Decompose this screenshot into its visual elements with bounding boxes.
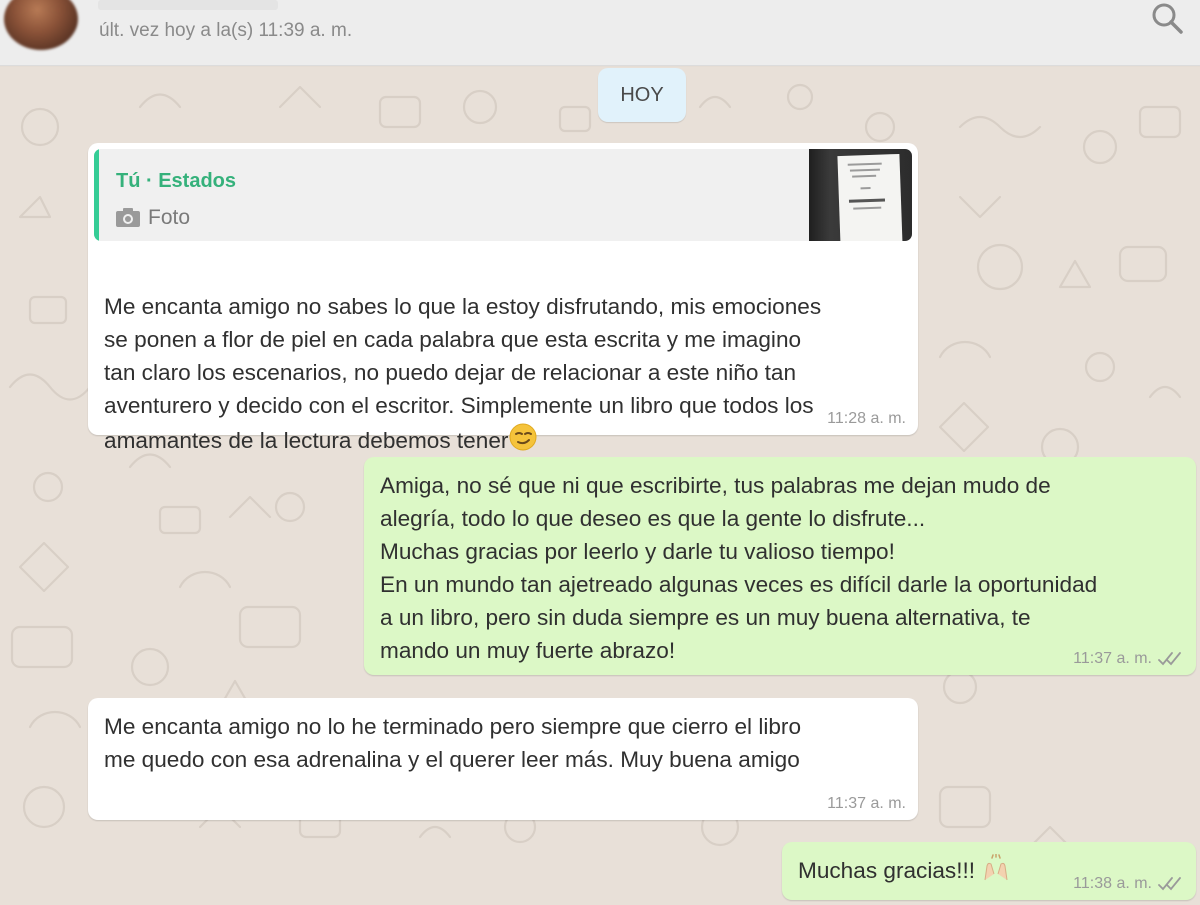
message-time: 11:28 a. m. <box>827 410 906 427</box>
message-bubble-incoming[interactable]: Me encanta amigo no lo he terminado pero… <box>88 698 918 820</box>
read-receipt-icon <box>1158 877 1181 891</box>
status-photo-thumbnail[interactable] <box>809 149 912 241</box>
contact-name-redacted[interactable] <box>98 0 278 10</box>
chat-header: últ. vez hoy a la(s) 11:39 a. m. <box>0 0 1200 66</box>
message-text: Muchas gracias!!! <box>798 854 1068 887</box>
message-text: Me encanta amigo no sabes lo que la esto… <box>104 257 904 457</box>
search-icon[interactable] <box>1148 2 1188 36</box>
quote-author: Tú · Estados <box>116 170 237 192</box>
message-meta: 11:28 a. m. <box>827 409 906 429</box>
message-time: 11:37 a. m. <box>1073 650 1152 667</box>
day-divider: HOY <box>598 68 686 122</box>
raising-hands-emoji <box>984 854 1008 881</box>
message-meta: 11:37 a. m. <box>1073 649 1184 669</box>
quote-type: Foto <box>116 201 190 234</box>
message-bubble-incoming[interactable]: Tú · Estados Foto Me encanta amigo no sa… <box>88 143 918 453</box>
quote-accent-bar <box>94 149 99 241</box>
camera-icon <box>116 208 140 227</box>
book-page-image <box>837 153 903 241</box>
quote-type-label: Foto <box>148 206 191 229</box>
read-receipt-icon <box>1158 652 1181 666</box>
message-meta: 11:37 a. m. <box>827 794 906 814</box>
avatar[interactable] <box>4 0 78 50</box>
message-time: 11:38 a. m. <box>1073 875 1152 892</box>
smirk-emoji <box>509 423 537 451</box>
message-bubble-outgoing[interactable]: Amiga, no sé que ni que escribirte, tus … <box>364 457 1196 675</box>
message-meta: 11:38 a. m. <box>1073 874 1184 894</box>
message-text-body: Me encanta amigo no sabes lo que la esto… <box>104 294 822 453</box>
message-time: 11:37 a. m. <box>827 795 906 812</box>
message-text: Me encanta amigo no lo he terminado pero… <box>104 714 802 772</box>
message-text-body: Muchas gracias!!! <box>798 858 976 883</box>
message-bubble-outgoing[interactable]: Muchas gracias!!! 11:38 a. m. <box>782 842 1196 900</box>
message-text: Amiga, no sé que ni que escribirte, tus … <box>380 473 1098 663</box>
quoted-status[interactable]: Tú · Estados Foto <box>94 149 912 241</box>
last-seen-status: últ. vez hoy a la(s) 11:39 a. m. <box>99 20 353 41</box>
